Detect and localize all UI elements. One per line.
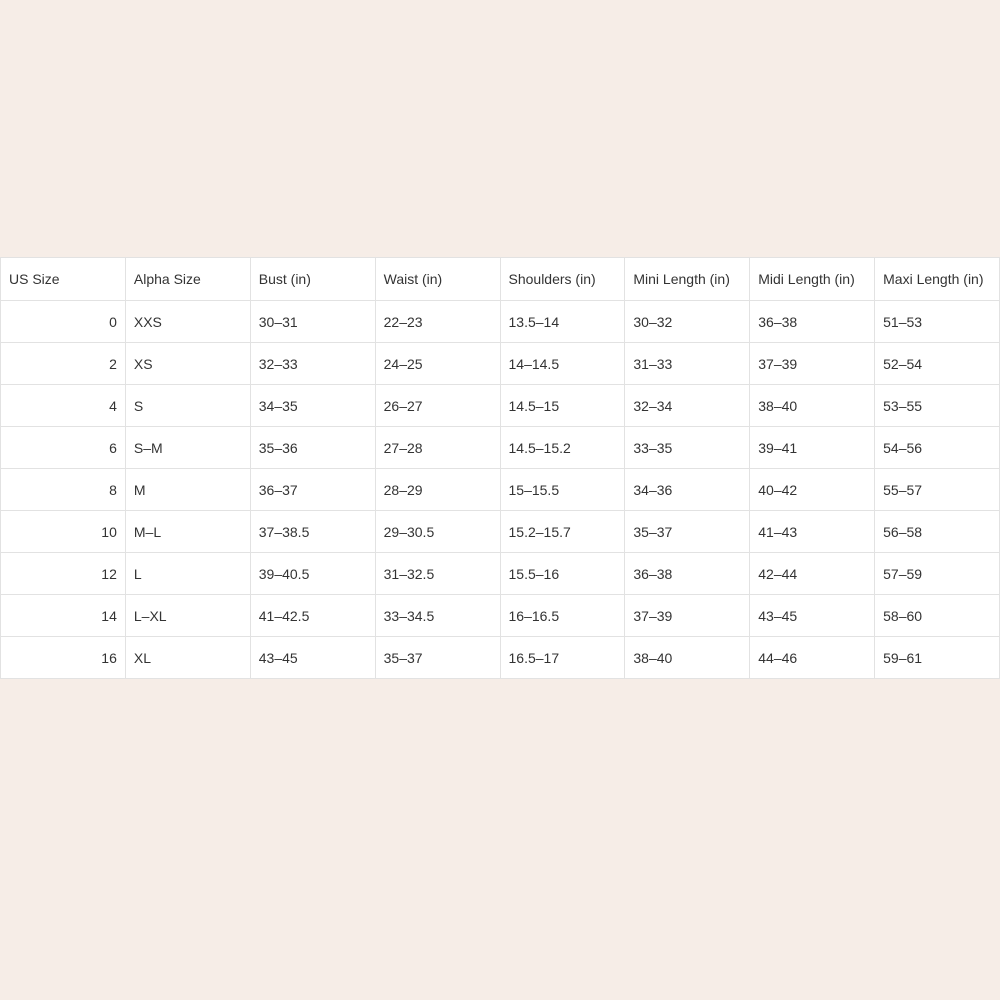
cell-alpha-size: S–M [124, 426, 251, 469]
cell-mini-length: 34–36 [624, 468, 751, 511]
cell-alpha-size: M–L [124, 510, 251, 553]
table-row: 2 XS 32–33 24–25 14–14.5 31–33 37–39 52–54 [0, 342, 1000, 385]
cell-waist: 35–37 [374, 636, 501, 679]
cell-bust: 35–36 [249, 426, 376, 469]
cell-us-size: 12 [0, 552, 126, 595]
cell-shoulders: 15.2–15.7 [499, 510, 626, 553]
cell-us-size: 14 [0, 594, 126, 637]
table-body: 0 XXS 30–31 22–23 13.5–14 30–32 36–38 51–53 2 XS 3… [0, 300, 1000, 679]
cell-mini-length: 35–37 [624, 510, 751, 553]
cell-us-size: 8 [0, 468, 126, 511]
cell-bust: 37–38.5 [249, 510, 376, 553]
cell-alpha-size: XXS [124, 300, 251, 343]
cell-midi-length: 42–44 [749, 552, 876, 595]
cell-shoulders: 16–16.5 [499, 594, 626, 637]
cell-midi-length: 37–39 [749, 342, 876, 385]
cell-alpha-size: XL [124, 636, 251, 679]
cell-alpha-size: XS [124, 342, 251, 385]
cell-us-size: 4 [0, 384, 126, 427]
cell-alpha-size: L [124, 552, 251, 595]
header-midi-length: Midi Length (in) [749, 257, 876, 301]
cell-maxi-length: 55–57 [874, 468, 1000, 511]
size-chart-table: US Size Alpha Size Bust (in) Waist (in) … [0, 257, 1000, 679]
cell-waist: 26–27 [374, 384, 501, 427]
cell-mini-length: 31–33 [624, 342, 751, 385]
cell-midi-length: 41–43 [749, 510, 876, 553]
cell-alpha-size: M [124, 468, 251, 511]
table-row: 16 XL 43–45 35–37 16.5–17 38–40 44–46 59–61 [0, 636, 1000, 679]
cell-midi-length: 39–41 [749, 426, 876, 469]
cell-waist: 24–25 [374, 342, 501, 385]
cell-shoulders: 16.5–17 [499, 636, 626, 679]
cell-waist: 29–30.5 [374, 510, 501, 553]
table-row: 8 M 36–37 28–29 15–15.5 34–36 40–42 55–57 [0, 468, 1000, 511]
table-row: 4 S 34–35 26–27 14.5–15 32–34 38–40 53–55 [0, 384, 1000, 427]
cell-us-size: 6 [0, 426, 126, 469]
cell-maxi-length: 57–59 [874, 552, 1000, 595]
cell-maxi-length: 56–58 [874, 510, 1000, 553]
cell-bust: 41–42.5 [249, 594, 376, 637]
header-alpha-size: Alpha Size [124, 257, 251, 301]
table-header: US Size Alpha Size Bust (in) Waist (in) … [0, 257, 1000, 301]
cell-mini-length: 30–32 [624, 300, 751, 343]
header-row: US Size Alpha Size Bust (in) Waist (in) … [0, 257, 1000, 301]
cell-waist: 33–34.5 [374, 594, 501, 637]
cell-us-size: 10 [0, 510, 126, 553]
cell-waist: 22–23 [374, 300, 501, 343]
cell-mini-length: 38–40 [624, 636, 751, 679]
cell-alpha-size: S [124, 384, 251, 427]
cell-shoulders: 13.5–14 [499, 300, 626, 343]
cell-shoulders: 15.5–16 [499, 552, 626, 595]
cell-maxi-length: 59–61 [874, 636, 1000, 679]
cell-bust: 34–35 [249, 384, 376, 427]
cell-us-size: 16 [0, 636, 126, 679]
cell-alpha-size: L–XL [124, 594, 251, 637]
header-bust: Bust (in) [249, 257, 376, 301]
table-row: 10 M–L 37–38.5 29–30.5 15.2–15.7 35–37 41–43 56… [0, 510, 1000, 553]
cell-us-size: 0 [0, 300, 126, 343]
cell-maxi-length: 52–54 [874, 342, 1000, 385]
cell-waist: 27–28 [374, 426, 501, 469]
cell-midi-length: 36–38 [749, 300, 876, 343]
cell-maxi-length: 58–60 [874, 594, 1000, 637]
cell-midi-length: 40–42 [749, 468, 876, 511]
size-chart: US Size Alpha Size Bust (in) Waist (in) … [0, 257, 1000, 679]
cell-bust: 43–45 [249, 636, 376, 679]
cell-mini-length: 37–39 [624, 594, 751, 637]
cell-maxi-length: 53–55 [874, 384, 1000, 427]
cell-midi-length: 43–45 [749, 594, 876, 637]
header-waist: Waist (in) [374, 257, 501, 301]
cell-us-size: 2 [0, 342, 126, 385]
cell-maxi-length: 54–56 [874, 426, 1000, 469]
cell-waist: 28–29 [374, 468, 501, 511]
cell-mini-length: 32–34 [624, 384, 751, 427]
header-us-size: US Size [0, 257, 126, 301]
table-row: 14 L–XL 41–42.5 33–34.5 16–16.5 37–39 43–45 58–… [0, 594, 1000, 637]
cell-maxi-length: 51–53 [874, 300, 1000, 343]
cell-waist: 31–32.5 [374, 552, 501, 595]
cell-shoulders: 15–15.5 [499, 468, 626, 511]
cell-midi-length: 38–40 [749, 384, 876, 427]
header-shoulders: Shoulders (in) [499, 257, 626, 301]
cell-bust: 30–31 [249, 300, 376, 343]
cell-bust: 36–37 [249, 468, 376, 511]
cell-shoulders: 14.5–15 [499, 384, 626, 427]
table-row: 0 XXS 30–31 22–23 13.5–14 30–32 36–38 51–53 [0, 300, 1000, 343]
header-mini-length: Mini Length (in) [624, 257, 751, 301]
cell-mini-length: 33–35 [624, 426, 751, 469]
cell-mini-length: 36–38 [624, 552, 751, 595]
cell-midi-length: 44–46 [749, 636, 876, 679]
table-row: 6 S–M 35–36 27–28 14.5–15.2 33–35 39–41 54–56 [0, 426, 1000, 469]
cell-shoulders: 14.5–15.2 [499, 426, 626, 469]
table-row: 12 L 39–40.5 31–32.5 15.5–16 36–38 42–44 57–59 [0, 552, 1000, 595]
header-maxi-length: Maxi Length (in) [874, 257, 1000, 301]
cell-bust: 32–33 [249, 342, 376, 385]
cell-bust: 39–40.5 [249, 552, 376, 595]
cell-shoulders: 14–14.5 [499, 342, 626, 385]
